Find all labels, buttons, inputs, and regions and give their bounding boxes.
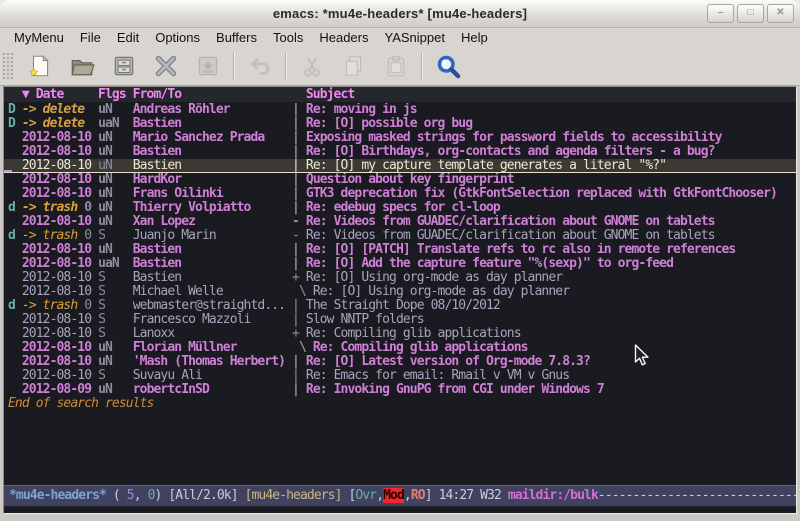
message-row[interactable]: 2012-08-10 uN Mario Sanchez Prada | Expo…	[4, 131, 796, 145]
message-row[interactable]: 2012-08-10 uN Bastien | Re: [O] [PATCH] …	[4, 243, 796, 257]
headers-column-header: ▼ Date Flgs From/To Subject	[4, 87, 796, 102]
message-row[interactable]: D -> delete uaN Bastien | Re: [O] possib…	[4, 117, 796, 131]
menu-tools[interactable]: Tools	[265, 29, 311, 46]
modeline-segment: ,	[134, 488, 148, 503]
mu4e-headers-buffer: ▼ Date Flgs From/To Subject D -> delete …	[3, 86, 797, 514]
toolbar-separator	[421, 52, 423, 80]
tool-bar	[0, 47, 800, 86]
modeline-segment: maildir:/bulk	[508, 488, 598, 503]
message-row[interactable]: 2012-08-10 uaN Bastien | Re: [O] Add the…	[4, 257, 796, 271]
search-icon[interactable]	[430, 50, 466, 82]
end-of-search-results: End of search results	[4, 397, 796, 411]
message-row[interactable]: 2012-08-10 uN Xan Lopez - Re: Videos fro…	[4, 215, 796, 229]
modeline-segment: (	[106, 488, 127, 503]
minimize-button[interactable]: –	[707, 4, 734, 23]
message-row[interactable]: 2012-08-10 uN HardKor | Question about k…	[4, 173, 796, 187]
window-controls: –□✕	[707, 4, 794, 23]
menu-buffers[interactable]: Buffers	[208, 29, 265, 46]
modeline-segment: )	[155, 488, 169, 503]
message-row[interactable]: 2012-08-10 uN Bastien | Re: [O] my captu…	[4, 159, 796, 173]
message-list: D -> delete uN Andreas Röhler | Re: movi…	[4, 103, 796, 397]
undo-icon	[242, 50, 278, 82]
copy-icon	[336, 50, 372, 82]
window-title: emacs: *mu4e-headers* [mu4e-headers]	[0, 6, 800, 21]
modeline-segment: ]	[425, 488, 439, 503]
menu-options[interactable]: Options	[147, 29, 208, 46]
echo-area	[4, 507, 796, 513]
delete-icon[interactable]	[148, 50, 184, 82]
menu-edit[interactable]: Edit	[109, 29, 147, 46]
toolbar-separator	[285, 52, 287, 80]
menu-yasnippet[interactable]: YASnippet	[376, 29, 452, 46]
message-row[interactable]: 2012-08-10 uN Frans Oilinki | GTK3 depre…	[4, 187, 796, 201]
maximize-button[interactable]: □	[737, 4, 764, 23]
modeline-segment: ,	[404, 488, 411, 503]
save-as-icon	[190, 50, 226, 82]
modeline-segment: ----------------------------------------…	[598, 488, 796, 503]
menu-help[interactable]: Help	[453, 29, 496, 46]
title-bar[interactable]: emacs: *mu4e-headers* [mu4e-headers] –□✕	[0, 0, 800, 28]
modeline-segment: RO	[411, 488, 425, 503]
mode-line: *mu4e-headers* ( 5, 0) [All/2.0k] [mu4e-…	[4, 485, 796, 507]
menu-file[interactable]: File	[72, 29, 109, 46]
new-file-icon[interactable]	[22, 50, 58, 82]
close-button[interactable]: ✕	[767, 4, 794, 23]
menu-mymenu[interactable]: MyMenu	[6, 29, 72, 46]
message-row[interactable]: d -> trash 0 S Juanjo Marin - Re: Videos…	[4, 229, 796, 243]
paste-icon	[378, 50, 414, 82]
toolbar-separator	[233, 52, 235, 80]
modeline-segment: Mod	[383, 488, 404, 503]
modeline-segment: 0	[148, 488, 155, 503]
cut-icon	[294, 50, 330, 82]
message-row[interactable]: 2012-08-10 S Francesco Mazzoli | Slow NN…	[4, 313, 796, 327]
menu-headers[interactable]: Headers	[311, 29, 376, 46]
message-row[interactable]: d -> trash 0 S webmaster@straightd... | …	[4, 299, 796, 313]
open-folder-icon[interactable]	[64, 50, 100, 82]
save-icon[interactable]	[106, 50, 142, 82]
modeline-segment: Ovr	[355, 488, 376, 503]
message-row[interactable]: 2012-08-10 uN Bastien | Re: [O] Birthday…	[4, 145, 796, 159]
message-row[interactable]: 2012-08-10 uN Florian Müllner \ Re: Comp…	[4, 341, 796, 355]
modeline-segment: 14:27 W32	[439, 488, 508, 503]
toolbar-drag-handle[interactable]	[2, 52, 13, 80]
message-row[interactable]: 2012-08-09 uN robertcInSD | Re: Invoking…	[4, 383, 796, 397]
message-row[interactable]: 2012-08-10 S Suvayu Ali | Re: Emacs for …	[4, 369, 796, 383]
modeline-segment: 5	[127, 488, 134, 503]
message-row[interactable]: 2012-08-10 S Lanoxx + Re: Compiling glib…	[4, 327, 796, 341]
message-row[interactable]: 2012-08-10 uN 'Mash (Thomas Herbert) | R…	[4, 355, 796, 369]
message-row[interactable]: 2012-08-10 S Bastien + Re: [O] Using org…	[4, 271, 796, 285]
modeline-segment: [All/2.0k]	[168, 488, 244, 503]
message-row[interactable]: d -> trash 0 uN Thierry Volpiatto | Re: …	[4, 201, 796, 215]
menu-bar: MyMenuFileEditOptionsBuffersToolsHeaders…	[0, 28, 800, 47]
modeline-segment: [mu4e-headers]	[245, 488, 349, 503]
message-row[interactable]: D -> delete uN Andreas Röhler | Re: movi…	[4, 103, 796, 117]
emacs-window: emacs: *mu4e-headers* [mu4e-headers] –□✕…	[0, 0, 800, 521]
message-row[interactable]: 2012-08-10 S Michael Welle \ Re: [O] Usi…	[4, 285, 796, 299]
modeline-segment: *mu4e-headers*	[9, 488, 106, 503]
